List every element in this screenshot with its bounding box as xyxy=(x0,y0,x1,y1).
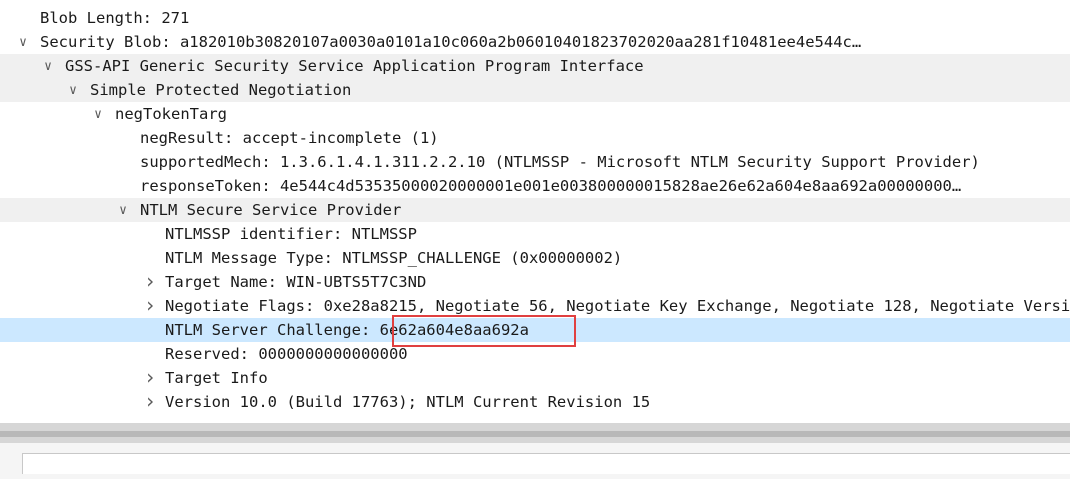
horizontal-scrollbar[interactable] xyxy=(0,423,1070,443)
scrollbar-thumb[interactable] xyxy=(0,431,1070,437)
row-label: Target Name: WIN-UBTS5T7C3ND xyxy=(165,273,427,291)
tree-row-gss-api[interactable]: GSS-API Generic Security Service Applica… xyxy=(0,54,1070,78)
row-label: Security Blob: a182010b30820107a0030a010… xyxy=(40,33,862,51)
row-label: Blob Length: 271 xyxy=(40,9,190,27)
row-label: Simple Protected Negotiation xyxy=(90,81,352,99)
chevron-right-icon[interactable] xyxy=(143,366,157,390)
tree-row-ntlmssp[interactable]: NTLM Secure Service Provider xyxy=(0,198,1070,222)
tree-row-reserved[interactable]: Reserved: 0000000000000000 xyxy=(0,342,1070,366)
tree-row-security-blob[interactable]: Security Blob: a182010b30820107a0030a010… xyxy=(0,30,1070,54)
packet-details-tree: Blob Length: 271 Security Blob: a182010b… xyxy=(0,6,1070,414)
row-label: Reserved: 0000000000000000 xyxy=(165,345,408,363)
bytes-pane xyxy=(0,443,1070,479)
chevron-down-icon[interactable] xyxy=(116,198,130,222)
row-label: NTLMSSP identifier: NTLMSSP xyxy=(165,225,417,243)
tree-row-supportedmech[interactable]: supportedMech: 1.3.6.1.4.1.311.2.2.10 (N… xyxy=(0,150,1070,174)
tree-row-server-challenge[interactable]: NTLM Server Challenge: 6e62a604e8aa692a xyxy=(0,318,1070,342)
bytes-pane-content[interactable] xyxy=(22,453,1070,474)
tree-row-target-name[interactable]: Target Name: WIN-UBTS5T7C3ND xyxy=(0,270,1070,294)
tree-row-negtokentarg[interactable]: negTokenTarg xyxy=(0,102,1070,126)
chevron-right-icon[interactable] xyxy=(143,390,157,414)
tree-row-responsetoken[interactable]: responseToken: 4e544c4d53535000020000001… xyxy=(0,174,1070,198)
row-label: supportedMech: 1.3.6.1.4.1.311.2.2.10 (N… xyxy=(140,153,980,171)
tree-row-negotiate-flags[interactable]: Negotiate Flags: 0xe28a8215, Negotiate 5… xyxy=(0,294,1070,318)
row-label: Version 10.0 (Build 17763); NTLM Current… xyxy=(165,393,651,411)
row-label: NTLM Message Type: NTLMSSP_CHALLENGE (0x… xyxy=(165,249,623,267)
row-label: NTLM Server Challenge: 6e62a604e8aa692a xyxy=(165,321,529,339)
chevron-right-icon[interactable] xyxy=(143,294,157,318)
chevron-down-icon[interactable] xyxy=(91,102,105,126)
tree-row-message-type[interactable]: NTLM Message Type: NTLMSSP_CHALLENGE (0x… xyxy=(0,246,1070,270)
row-label: GSS-API Generic Security Service Applica… xyxy=(65,57,644,75)
tree-row-spnego[interactable]: Simple Protected Negotiation xyxy=(0,78,1070,102)
row-label: negResult: accept-incomplete (1) xyxy=(140,129,439,147)
row-label: negTokenTarg xyxy=(115,105,227,123)
chevron-right-icon[interactable] xyxy=(143,270,157,294)
tree-row-target-info[interactable]: Target Info xyxy=(0,366,1070,390)
tree-row-version[interactable]: Version 10.0 (Build 17763); NTLM Current… xyxy=(0,390,1070,414)
row-label: responseToken: 4e544c4d53535000020000001… xyxy=(140,177,962,195)
tree-row-ntlmssp-identifier[interactable]: NTLMSSP identifier: NTLMSSP xyxy=(0,222,1070,246)
chevron-down-icon[interactable] xyxy=(41,54,55,78)
row-label: NTLM Secure Service Provider xyxy=(140,201,402,219)
row-label: Negotiate Flags: 0xe28a8215, Negotiate 5… xyxy=(165,297,1070,315)
chevron-down-icon[interactable] xyxy=(16,30,30,54)
chevron-down-icon[interactable] xyxy=(66,78,80,102)
tree-row-negresult[interactable]: negResult: accept-incomplete (1) xyxy=(0,126,1070,150)
tree-row-blob-length[interactable]: Blob Length: 271 xyxy=(0,6,1070,30)
row-label: Target Info xyxy=(165,369,268,387)
